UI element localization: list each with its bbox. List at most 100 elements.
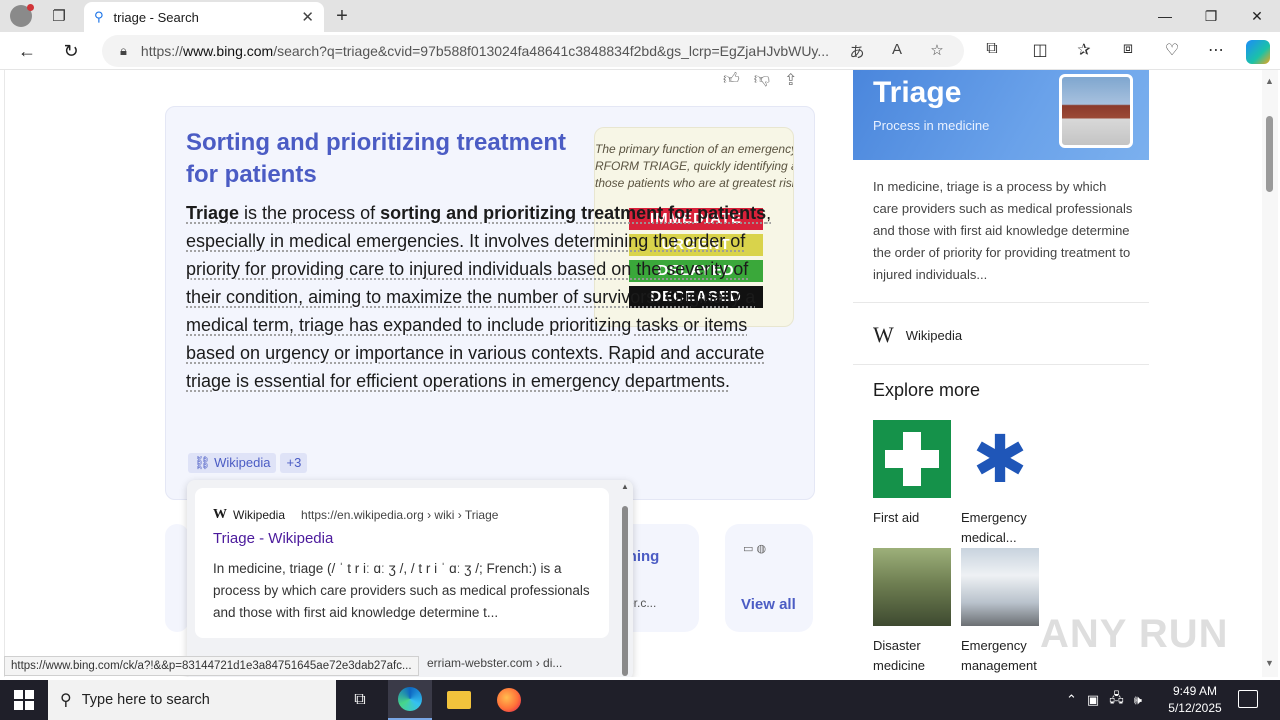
extensions-icon[interactable]: ⧉ [980, 40, 1004, 58]
copilot-icon[interactable] [1246, 40, 1270, 64]
tab-actions-icon[interactable]: ❐ [48, 6, 70, 26]
profile-avatar[interactable] [10, 4, 34, 27]
answer-body: Triage is the process of sorting and pri… [186, 199, 776, 395]
network-icon[interactable]: 🖧︎ [1109, 689, 1124, 711]
image-caption-3: those patients who are at greatest risk [595, 176, 794, 190]
more-menu-icon[interactable]: ⋯ [1204, 40, 1228, 60]
task-view-button[interactable]: ⧉ [338, 680, 382, 720]
status-url: https://www.bing.com/ck/a?!&&p=83144721d… [4, 656, 419, 676]
panel-wikipedia-link[interactable]: W Wikipedia [873, 322, 962, 348]
answer-text-2[interactable]: , especially in medical emergencies. It … [186, 203, 771, 391]
explore-emergency-medical[interactable]: ✱ Emergency medical... [961, 420, 1041, 548]
address-bar[interactable]: 🔒︎ https://www.bing.com/search?q=triage&… [102, 35, 964, 67]
card-left-edge[interactable] [165, 524, 189, 632]
panel-description: In medicine, triage is a process by whic… [873, 179, 1133, 282]
answer-heading: Sorting and prioritizing treatment for p… [186, 129, 567, 188]
taskbar-edge[interactable] [388, 680, 432, 720]
collections-icon[interactable]: ⧈ [1116, 40, 1140, 58]
answer-text-1[interactable]: is the process of [239, 203, 380, 223]
favorite-star-icon[interactable]: ☆ [926, 41, 948, 59]
taskbar-firefox[interactable] [487, 680, 531, 720]
flag-icons: ▭ ◍ [743, 543, 767, 555]
chevron-up-icon[interactable]: ⌃ [1066, 692, 1077, 708]
refresh-button[interactable]: ↻ [58, 38, 84, 64]
explore-more-title: Explore more [873, 380, 981, 400]
url-text: https://www.bing.com/search?q=triage&cvi… [140, 43, 830, 59]
translate-icon[interactable]: あ [846, 41, 868, 62]
taskbar-search[interactable]: ⚲ Type here to search [48, 680, 336, 720]
disaster-medicine-photo [873, 548, 951, 626]
start-button[interactable] [14, 690, 34, 710]
explore-label: First aid [873, 510, 920, 525]
more-sources-chip[interactable]: +3 [280, 453, 308, 473]
popup-source-name: Wikipedia [233, 508, 286, 522]
wikipedia-logo-icon: W [873, 322, 894, 347]
explore-first-aid[interactable]: First aid [873, 420, 953, 528]
explore-disaster-medicine[interactable]: Disaster medicine [873, 548, 953, 676]
panel-image[interactable] [1059, 74, 1133, 148]
close-window-button[interactable]: ✕ [1242, 4, 1272, 28]
star-of-life-icon: ✱ [961, 420, 1039, 498]
taskbar: ⚲ Type here to search ⧉ ⌃ ▣ 🖧︎ 🕪︎ 9:49 A… [0, 680, 1280, 720]
popup-description: In medicine, triage (/ ˈ t r iː ɑː ʒ /, … [213, 561, 590, 620]
popup-url: https://en.wikipedia.org › wiki › Triage [301, 508, 499, 522]
answer-highlight[interactable]: sorting and prioritizing treatment for p… [380, 203, 766, 223]
explore-label: Emergency medical... [961, 510, 1027, 545]
read-aloud-icon[interactable]: A [886, 41, 908, 58]
minimize-button[interactable]: — [1150, 4, 1180, 28]
explore-label: Emergency management [961, 638, 1037, 673]
view-all-link[interactable]: View all [741, 596, 796, 613]
knowledge-panel: Triage Process in medicine In medicine, … [853, 70, 1149, 677]
feedback-row: 👍︎ 👎︎ ⇪ [723, 70, 797, 90]
divider [853, 302, 1149, 303]
restore-button[interactable]: ❐ [1196, 4, 1226, 28]
clock[interactable]: 9:49 AM 5/12/2025 [1166, 683, 1224, 717]
view-all-card[interactable]: ▭ ◍ View all [725, 524, 813, 632]
device-icon[interactable]: ▣ [1087, 692, 1099, 708]
scroll-up-icon[interactable]: ▲ [1265, 76, 1274, 86]
wikipedia-logo-icon: W [213, 507, 227, 522]
first-aid-icon [873, 420, 951, 498]
edge-icon [398, 687, 422, 711]
split-screen-icon[interactable]: ◫ [1028, 40, 1052, 60]
source-label: Wikipedia [214, 455, 271, 470]
share-icon[interactable]: ⇪ [784, 70, 797, 90]
image-caption-2: RFORM TRIAGE, quickly identifying an [595, 159, 794, 173]
scroll-down-icon[interactable]: ▼ [1265, 658, 1274, 668]
tab-triage-search[interactable]: ⚲ triage - Search ✕ [84, 2, 324, 32]
browser-essentials-icon[interactable]: ♡ [1160, 40, 1184, 60]
firefox-icon [497, 688, 521, 712]
source-chip-wikipedia[interactable]: ⛓ Wikipedia [188, 453, 277, 473]
taskbar-file-explorer[interactable] [437, 680, 481, 720]
lock-icon[interactable]: 🔒︎ [120, 43, 127, 59]
task-view-icon: ⧉ [354, 691, 366, 708]
tab-bar: ❐ ⚲ triage - Search ✕ + — ❐ ✕ [0, 0, 1280, 32]
panel-subtitle: Process in medicine [873, 118, 990, 133]
close-icon[interactable]: ✕ [301, 8, 314, 26]
panel-title[interactable]: Triage [873, 76, 961, 110]
taskbar-search-placeholder: Type here to search [81, 692, 210, 708]
popup-scrollbar[interactable] [621, 486, 629, 676]
scroll-thumb[interactable] [1266, 116, 1273, 192]
wikipedia-label: Wikipedia [905, 327, 963, 343]
favorites-icon[interactable]: ✰ [1072, 40, 1096, 60]
explore-emergency-management[interactable]: Emergency management [961, 548, 1041, 676]
page-content: 👍︎ 👎︎ ⇪ Sorting and prioritizing treatme… [4, 70, 1260, 677]
back-button[interactable]: ← [14, 38, 40, 64]
new-tab-button[interactable]: + [330, 4, 354, 28]
answer-card: Sorting and prioritizing treatment for p… [165, 106, 815, 500]
notification-icon[interactable] [1238, 690, 1258, 708]
volume-icon[interactable]: 🕪︎ [1134, 692, 1142, 708]
popup-result[interactable]: W Wikipedia https://en.wikipedia.org › w… [195, 488, 609, 638]
popup-title-link[interactable]: Triage - Wikipedia [213, 530, 333, 547]
thumbs-up-icon[interactable]: 👍︎ [723, 70, 740, 90]
search-icon: ⚲ [60, 692, 72, 709]
answer-term[interactable]: Triage [186, 203, 239, 223]
clock-date: 5/12/2025 [1168, 701, 1222, 715]
thumbs-down-icon[interactable]: 👎︎ [754, 70, 770, 90]
search-icon: ⚲ [94, 9, 104, 24]
explore-label: Disaster medicine [873, 638, 926, 673]
page-scrollbar[interactable]: ▲ ▼ [1262, 70, 1278, 677]
popup-next-result[interactable]: erriam-webster.com › di... [427, 656, 562, 670]
watermark: ANY RUN [1040, 612, 1229, 656]
